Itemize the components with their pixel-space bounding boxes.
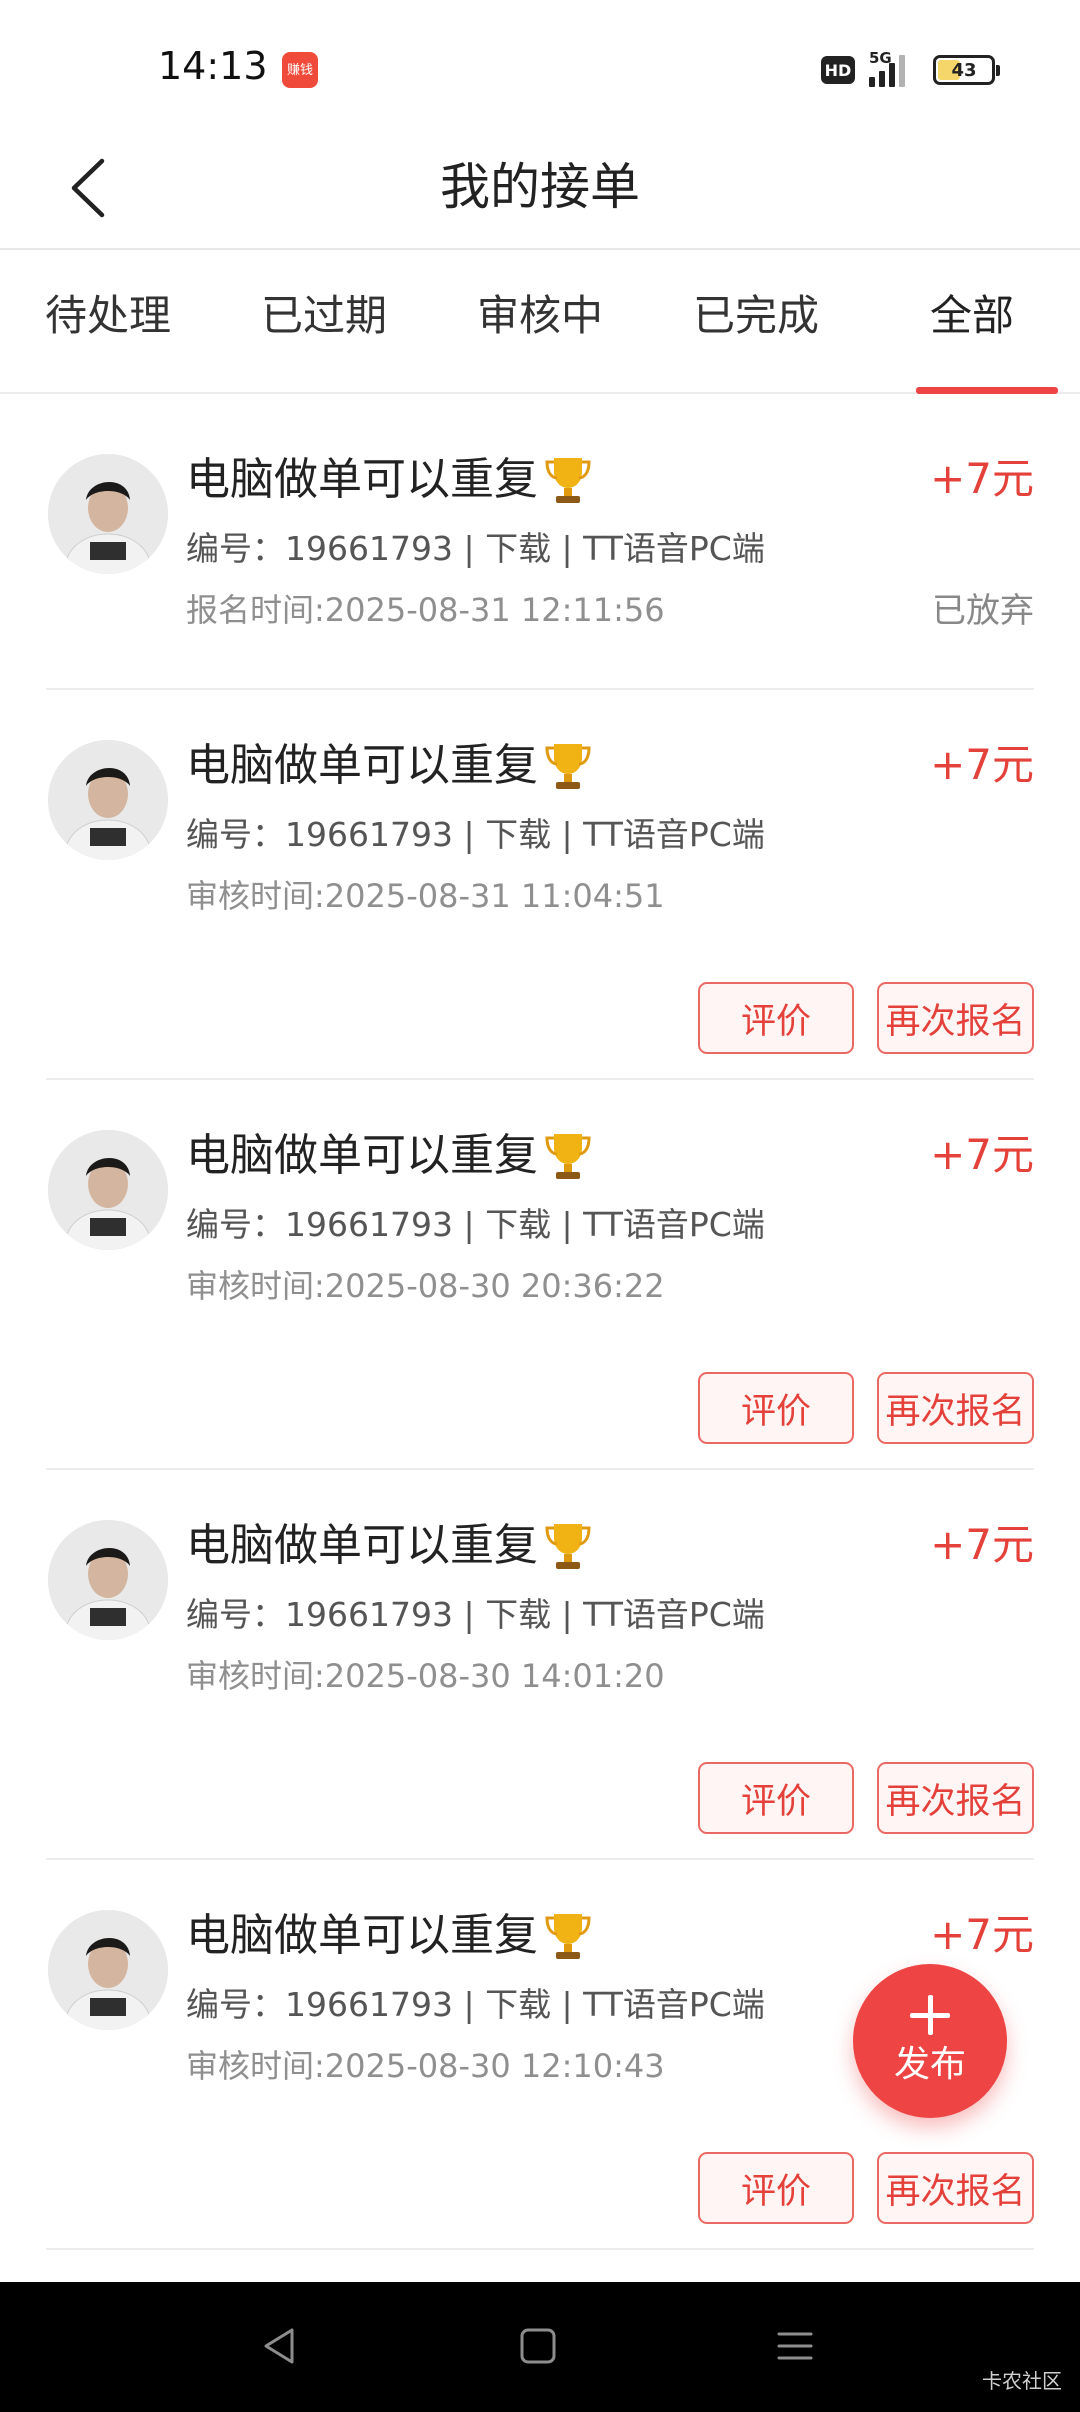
status-badge: 已放弃 (932, 591, 1034, 631)
avatar (48, 1130, 168, 1250)
task-title-text: 电脑做单可以重复 (186, 1130, 538, 1181)
battery-icon: 43 (933, 55, 1000, 85)
rate-button[interactable]: 评价 (698, 1762, 854, 1834)
triangle-back-icon (264, 2328, 294, 2364)
square-home-icon (520, 2328, 556, 2364)
tab-completed[interactable]: 已完成 (648, 252, 864, 394)
tab-expired[interactable]: 已过期 (216, 252, 432, 394)
reward-amount: +7元 (930, 1520, 1034, 1569)
avatar (48, 1910, 168, 2030)
tab-bar: 待处理 已过期 审核中 已完成 全部 (0, 252, 1080, 394)
task-meta: 编号：19661793 | 下载 | TT语音PC端 (186, 815, 765, 854)
system-nav-bar: 卡农社区 (0, 2282, 1080, 2412)
app-header: 我的接单 (0, 130, 1080, 250)
reapply-button[interactable]: 再次报名 (877, 2152, 1034, 2224)
rate-button[interactable]: 评价 (698, 982, 854, 1054)
status-icons: HD 5G 43 (821, 49, 1000, 90)
task-meta: 编号：19661793 | 下载 | TT语音PC端 (186, 1205, 765, 1244)
status-time: 14:13 (158, 44, 268, 88)
review-time: 审核时间:2025-08-30 20:36:22 (186, 1267, 665, 1305)
hd-icon: HD (821, 56, 855, 84)
task-meta: 编号：19661793 | 下载 | TT语音PC端 (186, 1985, 765, 2024)
reapply-button[interactable]: 再次报名 (877, 1762, 1034, 1834)
menu-lines-icon (777, 2332, 813, 2360)
order-card[interactable]: 电脑做单可以重复 +7元 编号：19661793 | 下载 | TT语音PC端 … (46, 1470, 1034, 1860)
order-card[interactable]: 电脑做单可以重复 +7元 编号：19661793 | 下载 | TT语音PC端 … (46, 1080, 1034, 1470)
task-title: 电脑做单可以重复 (186, 1520, 592, 1573)
task-title-text: 电脑做单可以重复 (186, 740, 538, 791)
nav-home-button[interactable] (508, 2316, 568, 2376)
rate-button[interactable]: 评价 (698, 2152, 854, 2224)
trophy-icon (544, 1130, 592, 1182)
reward-amount: +7元 (930, 454, 1034, 503)
avatar (48, 454, 168, 574)
task-title-text: 电脑做单可以重复 (186, 1910, 538, 1961)
plus-icon (910, 1995, 950, 2035)
tab-pending[interactable]: 待处理 (0, 252, 216, 394)
publish-fab-button[interactable]: 发布 (853, 1964, 1007, 2118)
nav-menu-button[interactable] (765, 2316, 825, 2376)
task-title-text: 电脑做单可以重复 (186, 454, 538, 505)
review-time: 审核时间:2025-08-30 12:10:43 (186, 2047, 665, 2085)
trophy-icon (544, 740, 592, 792)
app-badge-icon: 赚钱 (282, 52, 318, 88)
reapply-button[interactable]: 再次报名 (877, 982, 1034, 1054)
trophy-icon (544, 1910, 592, 1962)
watermark: 卡农社区 (982, 2369, 1062, 2393)
signup-time: 报名时间:2025-08-31 12:11:56 (186, 591, 665, 629)
reward-amount: +7元 (930, 1130, 1034, 1179)
task-title: 电脑做单可以重复 (186, 740, 592, 793)
tab-all[interactable]: 全部 (864, 252, 1080, 394)
review-time: 审核时间:2025-08-31 11:04:51 (186, 877, 665, 915)
status-bar: 14:13 赚钱 HD 5G 43 (0, 0, 1080, 130)
reapply-button[interactable]: 再次报名 (877, 1372, 1034, 1444)
nav-back-button[interactable] (250, 2316, 310, 2376)
task-title-text: 电脑做单可以重复 (186, 1520, 538, 1571)
signal-icon: 5G (869, 49, 919, 87)
battery-level: 43 (951, 59, 977, 81)
trophy-icon (544, 1520, 592, 1572)
task-title: 电脑做单可以重复 (186, 454, 592, 507)
page-root: 14:13 赚钱 HD 5G 43 我的接单 待处理 已过期 审核中 已完成 全… (0, 0, 1080, 2412)
task-title: 电脑做单可以重复 (186, 1910, 592, 1963)
task-meta: 编号：19661793 | 下载 | TT语音PC端 (186, 529, 765, 568)
avatar (48, 740, 168, 860)
reward-amount: +7元 (930, 740, 1034, 789)
review-time: 审核时间:2025-08-30 14:01:20 (186, 1657, 665, 1695)
page-title: 我的接单 (440, 158, 640, 216)
avatar (48, 1520, 168, 1640)
tab-reviewing[interactable]: 审核中 (432, 252, 648, 394)
rate-button[interactable]: 评价 (698, 1372, 854, 1444)
reward-amount: +7元 (930, 1910, 1034, 1959)
task-title: 电脑做单可以重复 (186, 1130, 592, 1183)
trophy-icon (544, 454, 592, 506)
order-card[interactable]: 电脑做单可以重复 +7元 编号：19661793 | 下载 | TT语音PC端 … (46, 404, 1034, 690)
task-meta: 编号：19661793 | 下载 | TT语音PC端 (186, 1595, 765, 1634)
publish-label: 发布 (893, 2044, 966, 2085)
order-card[interactable]: 电脑做单可以重复 +7元 编号：19661793 | 下载 | TT语音PC端 … (46, 690, 1034, 1080)
